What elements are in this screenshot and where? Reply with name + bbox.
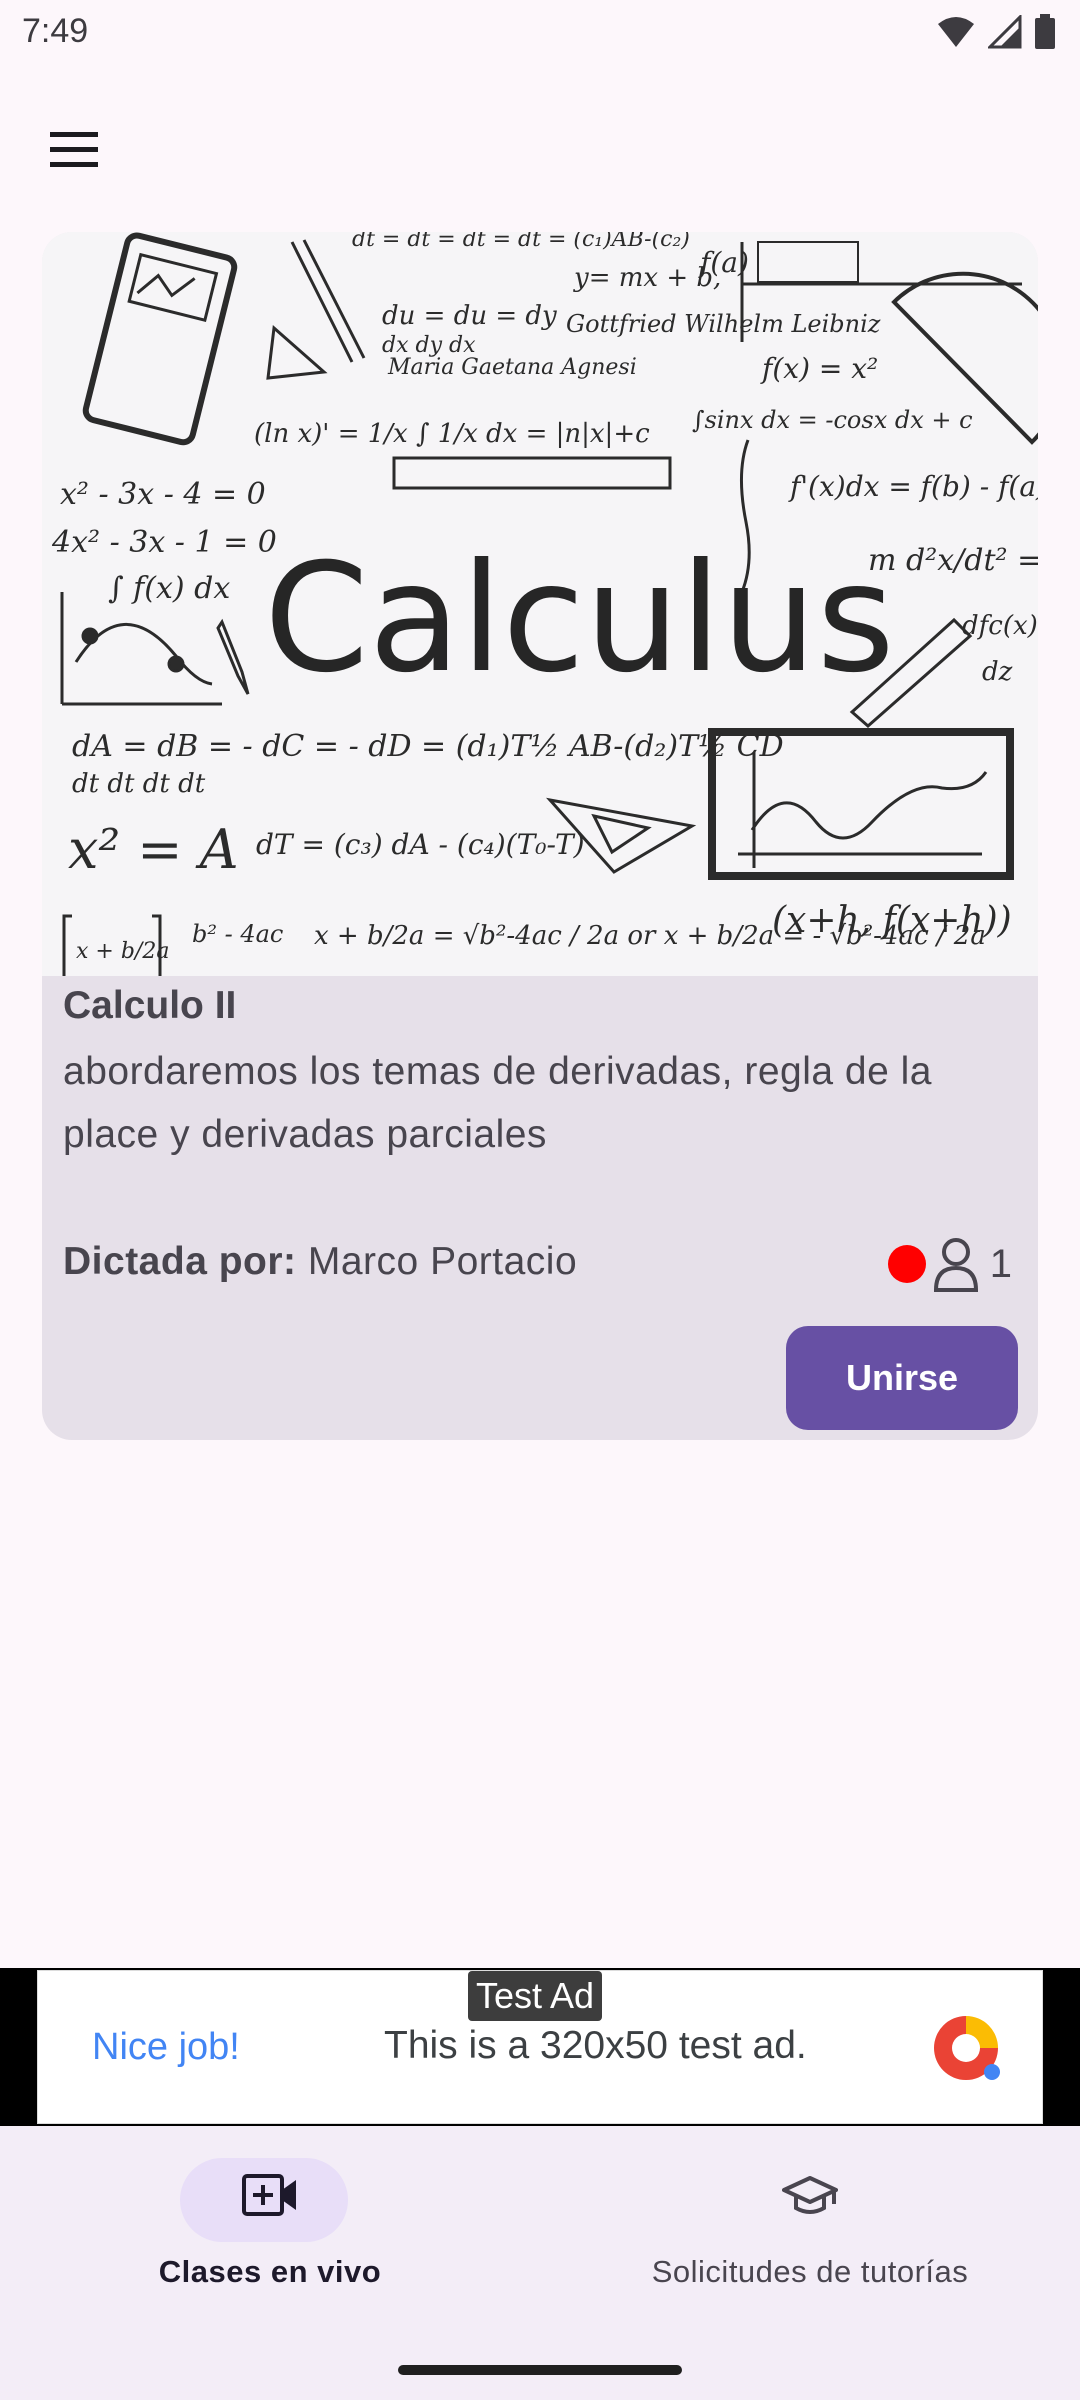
live-indicator: [887, 1245, 926, 1283]
svg-text:Gottfried Wilhelm Leibniz: Gottfried Wilhelm Leibniz: [566, 310, 881, 338]
status-bar: 7:49: [0, 0, 1080, 66]
home-indicator[interactable]: [398, 2365, 682, 2375]
instructor-line: Dictada por: Marco Portacio: [63, 1240, 577, 1284]
svg-text:b² - 4ac: b² - 4ac: [192, 920, 283, 948]
ad-badge: Test Ad: [468, 1971, 603, 2021]
svg-text:f(x) = x²: f(x) = x²: [760, 352, 878, 385]
menu-button[interactable]: [36, 112, 112, 188]
video-add-icon: [242, 2174, 296, 2216]
svg-text:∫ f(x) dx: ∫ f(x) dx: [108, 571, 230, 606]
svg-text:dt dt dt dt: dt dt dt dt: [72, 769, 206, 799]
nav-item-clases-en-vivo[interactable]: Clases en vivo: [0, 2126, 540, 2326]
status-time: 7:49: [22, 12, 89, 50]
nav-label: Solicitudes de tutorías: [651, 2254, 969, 2289]
instructor-label: Dictada por:: [63, 1240, 297, 1283]
class-description: abordaremos los temas de derivadas, regl…: [63, 1050, 932, 1156]
graduation-cap-icon: [782, 2176, 838, 2214]
status-icons: [936, 12, 1056, 52]
menu-icon: [50, 132, 98, 167]
svg-text:f'(x)dx = f(b) - f(a): f'(x)dx = f(b) - f(a): [788, 470, 1038, 503]
live-status: 1: [887, 1232, 1012, 1296]
class-image: dt = dt = dt = dt = (c₁)AB-(c₂) y= mx + …: [42, 232, 1038, 976]
class-title: Calculo II: [63, 984, 237, 1027]
svg-text:du = du = dy: du = du = dy: [382, 301, 557, 331]
image-title: Calculus: [264, 532, 895, 706]
svg-text:f(a): f(a): [698, 246, 749, 279]
person-icon: [933, 1238, 978, 1292]
nav-label: Clases en vivo: [158, 2254, 382, 2289]
svg-text:Maria Gaetana Agnesi: Maria Gaetana Agnesi: [387, 355, 637, 380]
nav-item-solicitudes-de-tutorias[interactable]: Solicitudes de tutorías: [540, 2126, 1080, 2326]
svg-text:(x+h, f(x+h)): (x+h, f(x+h)): [772, 900, 1012, 941]
svg-text:x² = A: x² = A: [68, 818, 239, 881]
ad-logo-icon: [934, 2016, 1000, 2080]
svg-text:dz: dz: [982, 657, 1013, 687]
viewer-count: 1: [989, 1241, 1012, 1286]
svg-text:dA = dB = - dC = - dD = (d₁)T½: dA = dB = - dC = - dD = (d₁)T½ AB-(d₂)T½…: [72, 729, 784, 764]
svg-text:∫sinx dx = -cosx dx + c: ∫sinx dx = -cosx dx + c: [692, 406, 973, 434]
wifi-icon: [936, 15, 976, 49]
ad-text: This is a 320x50 test ad.: [384, 2024, 807, 2067]
join-button[interactable]: Unirse: [786, 1326, 1018, 1430]
svg-text:dfc(x): dfc(x): [962, 611, 1038, 641]
class-card[interactable]: dt = dt = dt = dt = (c₁)AB-(c₂) y= mx + …: [42, 232, 1038, 1440]
svg-text:(ln x)' = 1/x ∫ 1/x dx = |n|x: (ln x)' = 1/x ∫ 1/x dx = |n|x|+c: [254, 419, 650, 449]
battery-icon: [1034, 14, 1056, 50]
bottom-navigation: Clases en vivo Solicitudes de tutorías: [0, 2126, 1080, 2400]
signal-icon: [988, 15, 1022, 49]
instructor-name: Marco Portacio: [307, 1240, 578, 1283]
ad-nice-text: Nice job!: [92, 2026, 240, 2068]
svg-text:dT = (c₃) dA - (c₄)(T₀-T): dT = (c₃) dA - (c₄)(T₀-T): [256, 828, 585, 861]
svg-text:x + b/2a: x + b/2a: [76, 939, 169, 964]
svg-text:4x² - 3x - 1 = 0: 4x² - 3x - 1 = 0: [51, 525, 277, 560]
svg-text:dt = dt = dt = dt = (c₁)AB-(c₂: dt = dt = dt = dt = (c₁)AB-(c₂): [352, 232, 690, 252]
svg-text:x² - 3x - 4 = 0: x² - 3x - 4 = 0: [60, 477, 266, 512]
